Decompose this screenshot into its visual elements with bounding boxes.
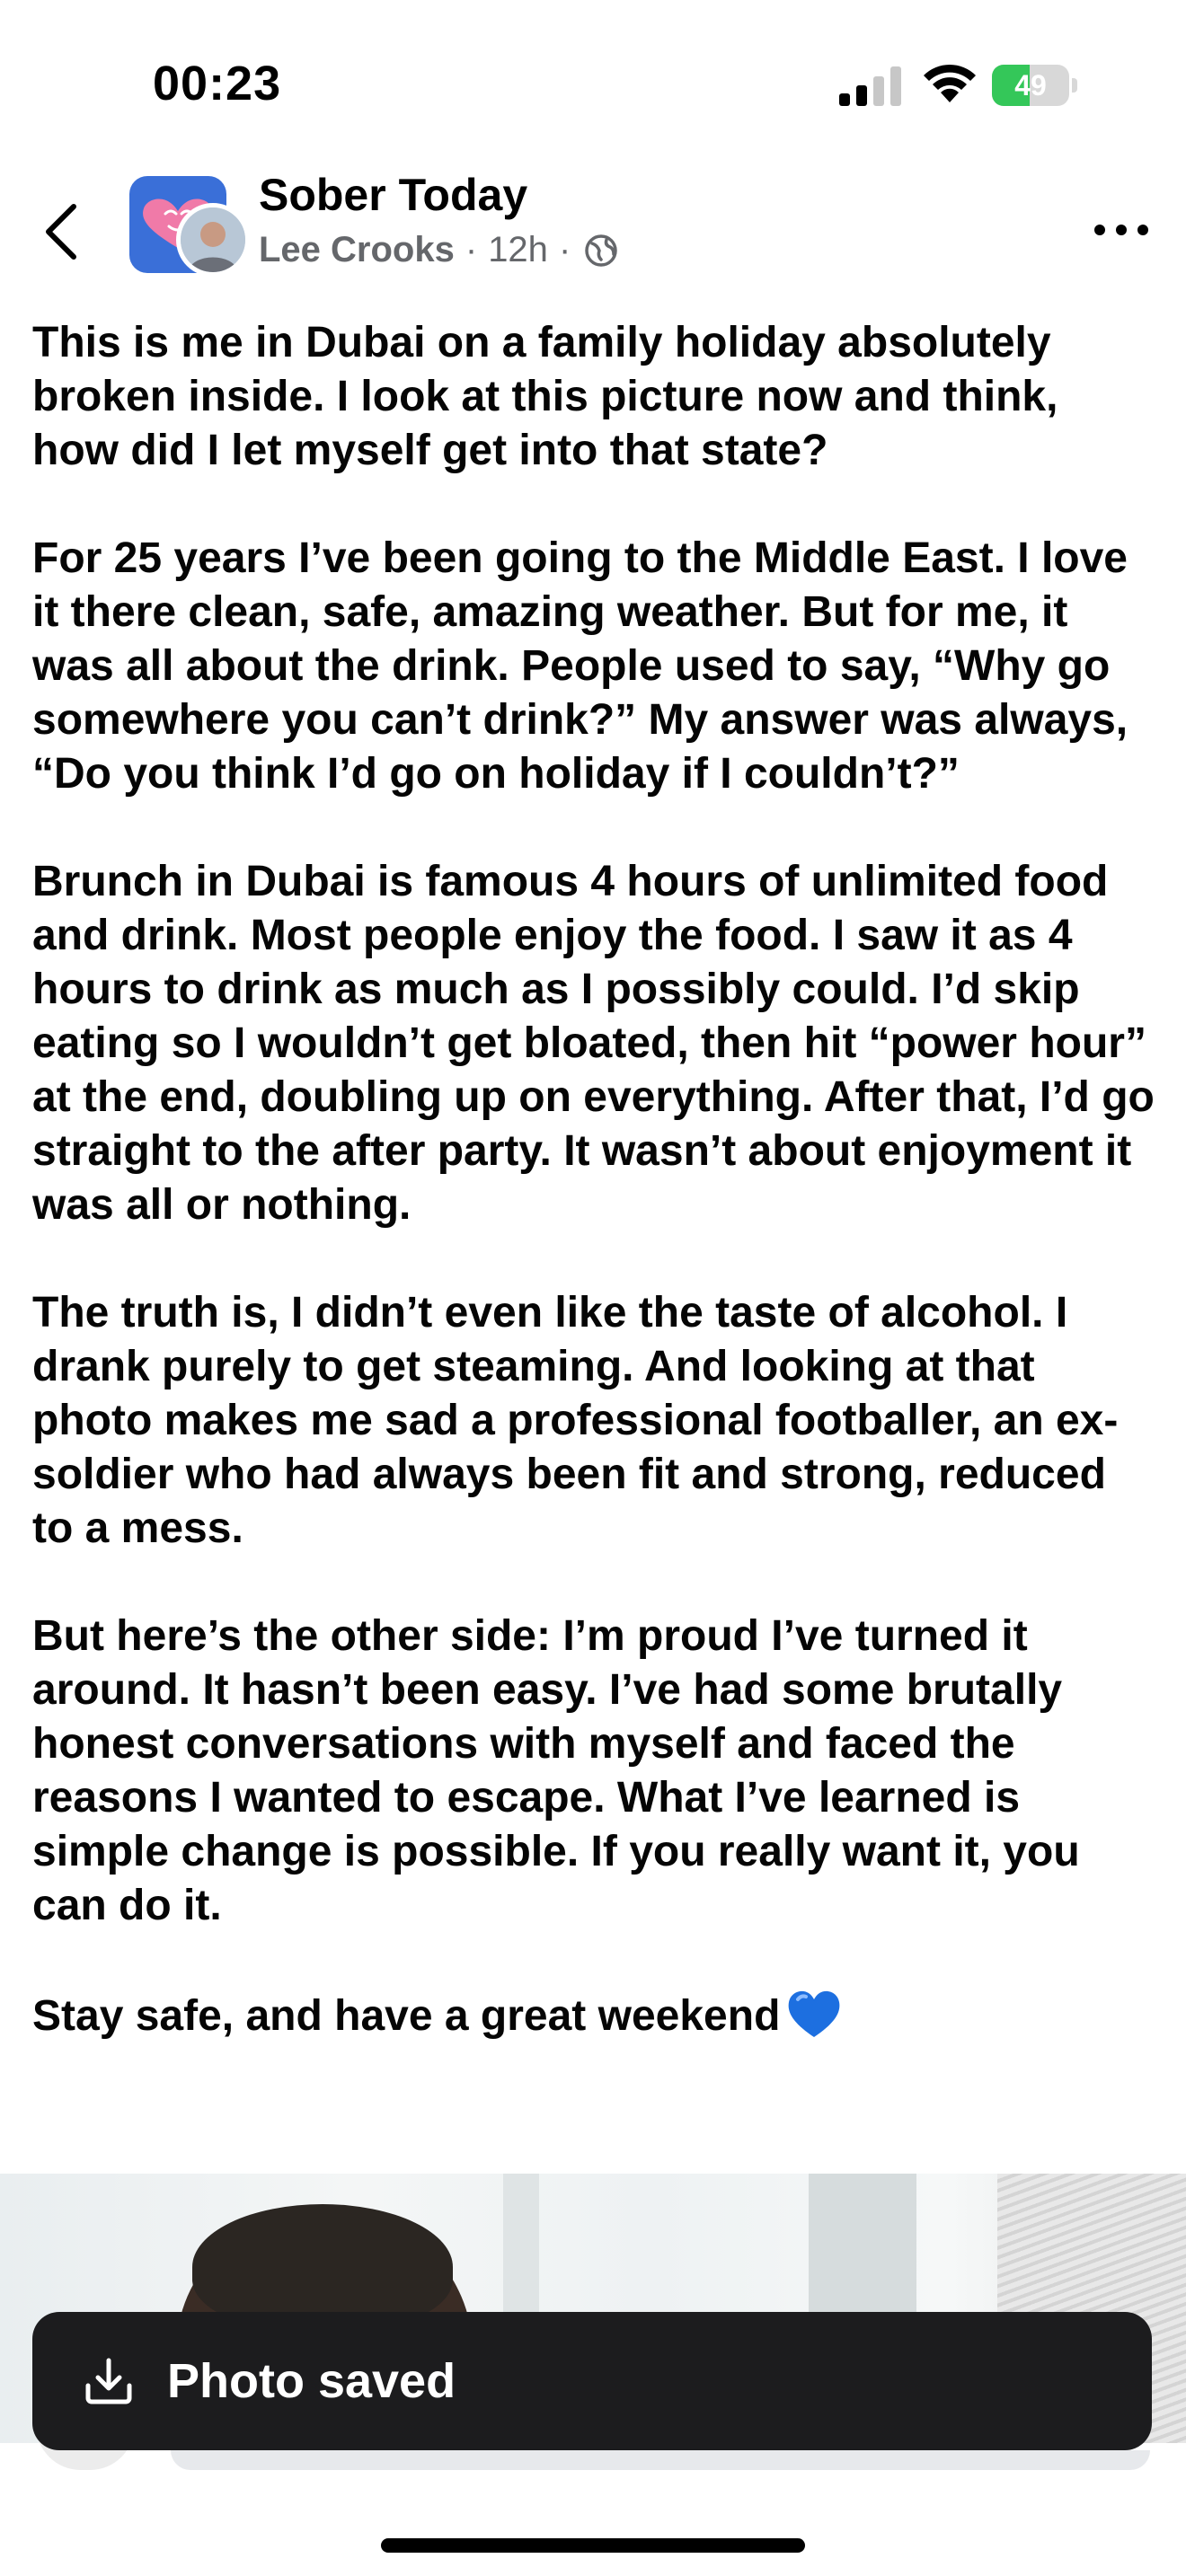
post-paragraph-6: Stay safe, and have a great weekend xyxy=(32,1992,781,2040)
post-time[interactable]: 12h xyxy=(488,230,548,270)
post-meta: Lee Crooks · 12h · xyxy=(259,230,619,270)
battery-percentage: 49 xyxy=(1014,69,1047,101)
post-paragraph-2: For 25 years I’ve been going to the Midd… xyxy=(32,534,1128,798)
home-indicator[interactable] xyxy=(381,2538,805,2553)
cellular-signal-icon xyxy=(839,66,901,106)
back-button[interactable] xyxy=(38,199,88,264)
status-time: 00:23 xyxy=(153,57,282,110)
post-paragraph-4: The truth is, I didn’t even like the tas… xyxy=(32,1289,1119,1552)
post-text: This is me in Dubai on a family holiday … xyxy=(32,316,1155,2043)
blue-heart-icon xyxy=(789,1990,840,2037)
status-bar: 00:23 49 xyxy=(0,0,1186,171)
meta-separator-2: · xyxy=(558,230,571,269)
photo-saved-toast: Photo saved xyxy=(32,2312,1152,2450)
battery-indicator: 49 xyxy=(992,65,1078,106)
meta-separator: · xyxy=(465,230,478,269)
post-paragraph-6-wrap: Stay safe, and have a great weekend xyxy=(32,1987,1155,2043)
photo-person-hair xyxy=(192,2204,453,2330)
author-photo-icon xyxy=(181,207,245,272)
post-paragraph-5: But here’s the other side: I’m proud I’v… xyxy=(32,1612,1080,1929)
globe-icon xyxy=(585,234,618,267)
group-name[interactable]: Sober Today xyxy=(259,169,527,221)
post-paragraph-3: Brunch in Dubai is famous 4 hours of unl… xyxy=(32,858,1155,1229)
wifi-icon xyxy=(924,64,976,102)
more-options-button[interactable] xyxy=(1091,210,1152,250)
toast-label: Photo saved xyxy=(167,2354,456,2408)
post-paragraph-1: This is me in Dubai on a family holiday … xyxy=(32,319,1058,474)
download-icon xyxy=(85,2358,132,2404)
comment-input-edge[interactable] xyxy=(171,2450,1150,2470)
author-avatar[interactable] xyxy=(176,203,250,277)
author-name[interactable]: Lee Crooks xyxy=(259,230,455,270)
